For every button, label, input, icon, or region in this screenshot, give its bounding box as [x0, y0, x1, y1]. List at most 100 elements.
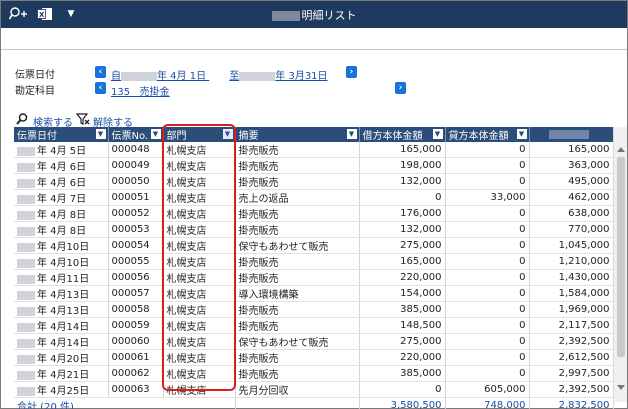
col-header-balance[interactable] — [529, 127, 614, 142]
cell-voucher-no: 000048 — [108, 142, 164, 158]
cell-memo: 導入環境構築 — [235, 285, 360, 302]
cell-credit-text: 0 — [519, 208, 526, 219]
cell-date: 年 4月 8日 — [14, 205, 109, 222]
cell-balance-text: 2,612,500 — [558, 352, 610, 363]
total-credit: 748,000 — [445, 397, 530, 409]
masked-year — [17, 258, 35, 268]
cell-voucher-no-text: 000056 — [111, 272, 150, 283]
scroll-up-icon[interactable] — [617, 147, 625, 152]
col-header-memo[interactable]: 摘要 ▼ — [235, 127, 360, 142]
col-header-date[interactable]: 伝票日付 ▼ — [14, 127, 109, 142]
cell-department: 札幌支店 — [163, 301, 236, 318]
cell-debit-text: 132,000 — [400, 176, 442, 187]
col-header-department[interactable]: 部門 ▼ — [163, 127, 236, 142]
table-row[interactable]: 年 4月10日 000054 札幌支店 保守もあわせて販売 275,000 0 1,045,… — [14, 237, 614, 254]
cell-voucher-no: 000055 — [108, 253, 164, 270]
cell-department-text: 札幌支店 — [166, 290, 207, 301]
table-row[interactable]: 年 4月14日 000060 札幌支店 保守もあわせて販売 275,000 0 2,392,… — [14, 333, 614, 350]
account-next-button[interactable]: › — [395, 82, 406, 94]
chevron-down-icon[interactable]: ▼ — [95, 129, 106, 139]
masked-year — [17, 386, 35, 396]
cell-balance: 1,210,000 — [529, 253, 614, 270]
col-header-credit[interactable]: 貸方本体金額 ▼ — [445, 127, 530, 142]
cell-credit: 0 — [445, 157, 530, 174]
cell-debit: 165,000 — [359, 253, 446, 270]
cell-department-text: 札幌支店 — [166, 178, 207, 189]
cell-debit: 176,000 — [359, 205, 446, 222]
account-link[interactable]: 135 売掛金 — [111, 83, 170, 98]
masked-year — [17, 194, 35, 204]
cell-voucher-no-text: 000053 — [111, 224, 150, 235]
cell-date-text: 年 4月21日 — [37, 370, 90, 381]
total-debit: 3,580,500 — [359, 397, 446, 409]
table-row[interactable]: 年 4月 8日 000052 札幌支店 掛売販売 176,000 0 638,000 — [14, 205, 614, 222]
cell-balance-text: 770,000 — [568, 224, 610, 235]
cell-credit-text: 0 — [519, 256, 526, 267]
cell-credit: 0 — [445, 269, 530, 286]
table-row[interactable]: 年 4月13日 000058 札幌支店 掛売販売 385,000 0 1,969,000 — [14, 301, 614, 318]
cell-memo-text: 先月分回収 — [238, 386, 289, 397]
search-icon[interactable] — [16, 113, 28, 125]
cell-balance-text: 1,584,000 — [558, 288, 610, 299]
table-row[interactable]: 年 4月25日 000063 札幌支店 先月分回収 0 605,000 2,392,500 — [14, 381, 614, 398]
cell-department: 札幌支店 — [163, 269, 236, 286]
cell-memo: 掛売販売 — [235, 365, 360, 382]
cell-department-text: 札幌支店 — [166, 210, 207, 221]
cell-balance-text: 165,000 — [568, 144, 610, 155]
col-header-debit[interactable]: 借方本体金額 ▼ — [359, 127, 446, 142]
cell-balance-text: 363,000 — [568, 160, 610, 171]
toolbar-area — [1, 28, 627, 50]
cell-voucher-no-text: 000063 — [111, 384, 150, 395]
account-prev-button[interactable]: ‹ — [95, 82, 106, 94]
cell-date: 年 4月14日 — [14, 333, 109, 350]
filter-icon[interactable]: ▼ — [222, 129, 233, 139]
chevron-down-icon[interactable]: ▼ — [150, 129, 161, 139]
masked-year — [17, 178, 35, 188]
table-row[interactable]: 年 4月 7日 000051 札幌支店 売上の返品 0 33,000 462,000 — [14, 189, 614, 206]
masked-year — [17, 146, 35, 156]
cell-department-text: 札幌支店 — [166, 386, 207, 397]
masked-year — [17, 274, 35, 284]
table-row[interactable]: 年 4月 8日 000053 札幌支店 掛売販売 132,000 0 770,000 — [14, 221, 614, 238]
table-row[interactable]: 年 4月20日 000061 札幌支店 掛売販売 220,000 0 2,612,500 — [14, 349, 614, 366]
table-row[interactable]: 年 4月13日 000057 札幌支店 導入環境構築 154,000 0 1,584,000 — [14, 285, 614, 302]
cell-voucher-no: 000060 — [108, 333, 164, 350]
cell-credit: 605,000 — [445, 381, 530, 398]
table-row[interactable]: 年 4月10日 000055 札幌支店 掛売販売 165,000 0 1,210,000 — [14, 253, 614, 270]
table-row[interactable]: 年 4月21日 000062 札幌支店 掛売販売 385,000 0 2,997,500 — [14, 365, 614, 382]
table-row[interactable]: 年 4月 5日 000048 札幌支店 掛売販売 165,000 0 165,000 — [14, 142, 614, 158]
masked-year — [17, 322, 35, 332]
masked-year — [17, 354, 35, 364]
cell-memo: 保守もあわせて販売 — [235, 237, 360, 254]
chevron-down-icon[interactable]: ▼ — [516, 129, 527, 139]
cell-balance: 165,000 — [529, 142, 614, 158]
date-range-link[interactable]: 自年 4月 1日 至年 3月31日 — [111, 67, 328, 82]
table-row[interactable]: 年 4月14日 000059 札幌支店 掛売販売 148,500 0 2,117,500 — [14, 317, 614, 334]
cell-voucher-no-text: 000050 — [111, 176, 150, 187]
date-next-button[interactable]: › — [346, 66, 357, 78]
cell-department-text: 札幌支店 — [166, 146, 207, 157]
cell-debit: 220,000 — [359, 269, 446, 286]
cell-date: 年 4月13日 — [14, 301, 109, 318]
table-row[interactable]: 年 4月 6日 000050 札幌支店 掛売販売 132,000 0 495,000 — [14, 173, 614, 190]
scroll-thumb[interactable] — [617, 157, 625, 357]
cell-voucher-no: 000059 — [108, 317, 164, 334]
scroll-down-icon[interactable] — [617, 385, 625, 390]
cell-date-text: 年 4月 8日 — [37, 226, 87, 237]
table-row[interactable]: 年 4月 6日 000049 札幌支店 掛売販売 198,000 0 363,000 — [14, 157, 614, 174]
chevron-down-icon[interactable]: ▼ — [346, 129, 357, 139]
cell-debit-text: 165,000 — [400, 144, 442, 155]
vertical-scrollbar[interactable] — [613, 127, 627, 402]
cell-department: 札幌支店 — [163, 381, 236, 398]
cell-voucher-no: 000053 — [108, 221, 164, 238]
clear-filter-icon[interactable] — [75, 113, 90, 125]
cell-memo-text: 掛売販売 — [238, 354, 279, 365]
table-row[interactable]: 年 4月11日 000056 札幌支店 掛売販売 220,000 0 1,430,000 — [14, 269, 614, 286]
col-header-voucher-no[interactable]: 伝票No. ▼ — [108, 127, 164, 142]
cell-debit: 132,000 — [359, 173, 446, 190]
cell-date: 年 4月 6日 — [14, 173, 109, 190]
date-prev-button[interactable]: ‹ — [95, 66, 106, 78]
cell-department-text: 札幌支店 — [166, 274, 207, 285]
cell-date: 年 4月11日 — [14, 269, 109, 286]
chevron-down-icon[interactable]: ▼ — [432, 129, 443, 139]
